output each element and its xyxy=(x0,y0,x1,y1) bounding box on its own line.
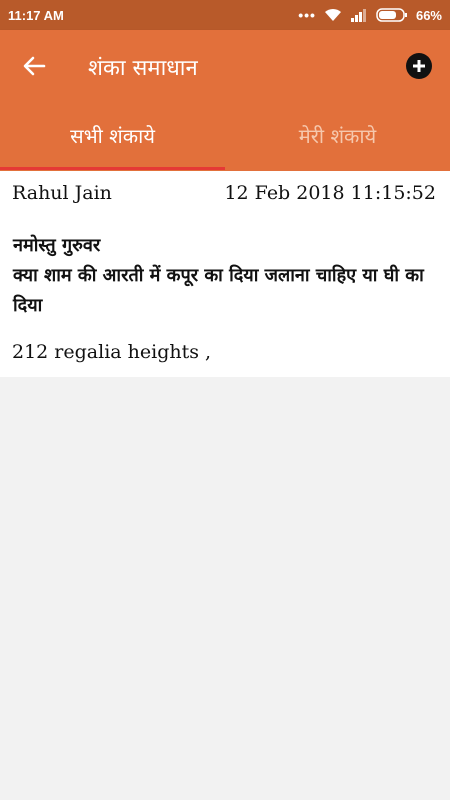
post-date: 12 Feb 2018 11:15:52 xyxy=(224,182,436,204)
status-icons: ••• 66% xyxy=(298,7,442,23)
tab-my-questions[interactable]: मेरी शंकाये xyxy=(225,100,450,171)
plus-circle-icon xyxy=(413,60,425,72)
question-text: नमोस्तु गुरुवर क्या शाम की आरती में कपूर… xyxy=(13,231,438,321)
wifi-icon xyxy=(324,8,341,21)
status-bar: 11:17 AM ••• 66% xyxy=(0,0,450,30)
question-line-1: नमोस्तु गुरुवर xyxy=(13,235,101,256)
question-card[interactable]: Rahul Jain 12 Feb 2018 11:15:52 नमोस्तु … xyxy=(0,171,450,377)
arrow-left-icon xyxy=(23,56,46,76)
battery-icon xyxy=(376,8,407,22)
question-line-2: क्या शाम की आरती में कपूर का दिया जलाना … xyxy=(13,265,424,316)
back-button[interactable] xyxy=(20,52,48,80)
active-tab-indicator xyxy=(0,167,225,170)
tab-bar: सभी शंकाये मेरी शंकाये xyxy=(0,100,450,171)
app-bar: शंका समाधान xyxy=(0,30,450,100)
battery-percent: 66% xyxy=(415,7,442,23)
dots-icon: ••• xyxy=(298,7,316,23)
add-question-button[interactable] xyxy=(406,53,432,79)
author-address: 212 regalia heights , xyxy=(12,341,212,363)
signal-icon xyxy=(350,9,366,22)
tab-all-questions[interactable]: सभी शंकाये xyxy=(0,100,225,171)
page-title: शंका समाधान xyxy=(88,56,198,81)
status-time: 11:17 AM xyxy=(8,7,64,23)
author-name: Rahul Jain xyxy=(12,182,112,204)
